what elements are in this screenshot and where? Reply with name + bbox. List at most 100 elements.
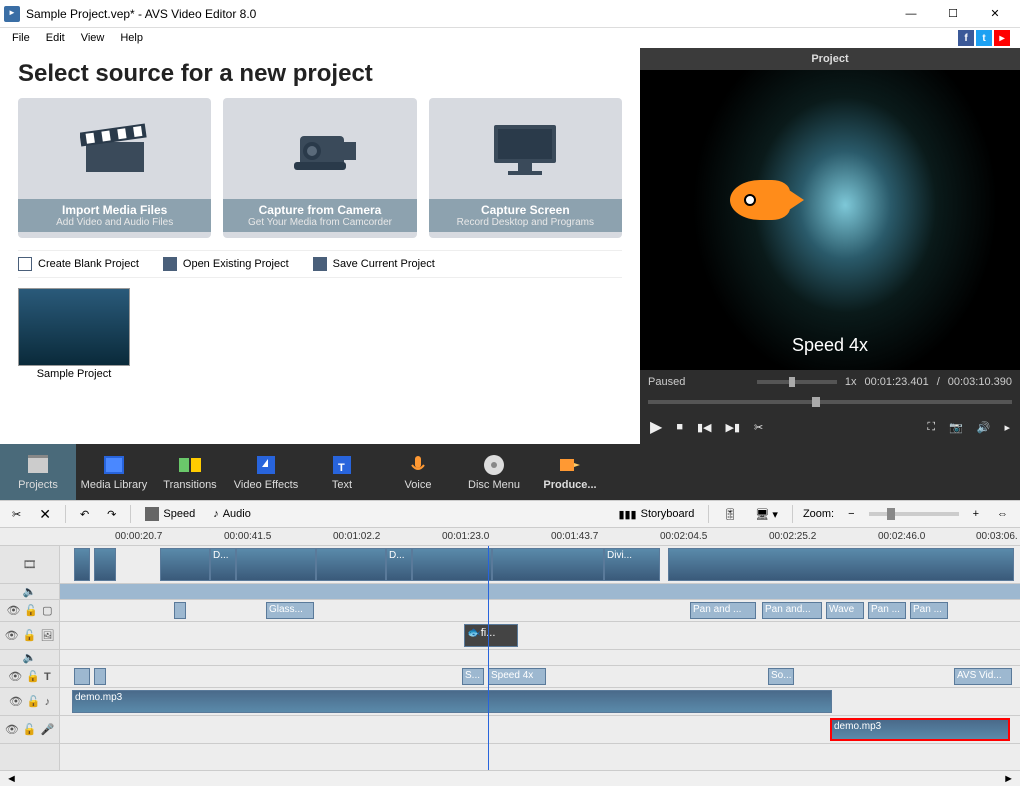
effects-track-head[interactable]: 👁🔓▢ — [0, 600, 59, 622]
fx-clip[interactable]: Pan and ... — [690, 602, 756, 619]
menu-view[interactable]: View — [73, 30, 113, 46]
seek-bar[interactable] — [648, 400, 1012, 404]
video-clip[interactable]: D... — [210, 548, 236, 581]
close-button[interactable]: ✕ — [974, 1, 1016, 27]
audio-track-head[interactable]: 👁🔓♪ — [0, 688, 59, 716]
fx-clip[interactable] — [174, 602, 186, 619]
split-button[interactable]: ✂ — [754, 421, 763, 434]
prev-frame-button[interactable]: ▮◀ — [697, 421, 712, 434]
twitter-icon[interactable]: t — [976, 30, 992, 46]
tab-video-effects[interactable]: Video Effects — [228, 444, 304, 500]
zoom-fit-button[interactable]: ⇔ — [993, 506, 1012, 522]
zoom-out-button[interactable]: − — [844, 506, 858, 522]
fullscreen-button[interactable]: ⛶ — [927, 421, 935, 434]
menu-help[interactable]: Help — [112, 30, 151, 46]
video-clip[interactable] — [236, 548, 316, 581]
text-clip[interactable]: AVS Vid... — [954, 668, 1012, 685]
snapshot-button[interactable]: 📷 — [949, 421, 963, 434]
voice-clip[interactable]: demo.mp3 — [830, 718, 1010, 741]
video-track[interactable]: D... D... Divi... — [60, 546, 1020, 584]
open-existing-project[interactable]: Open Existing Project — [163, 257, 289, 271]
overlay-volume-head[interactable]: 🔈 — [0, 650, 59, 666]
tab-voice[interactable]: Voice — [380, 444, 456, 500]
video-volume-track[interactable] — [60, 584, 1020, 600]
fx-clip[interactable]: Glass... — [266, 602, 314, 619]
play-button[interactable]: ▶ — [650, 417, 662, 437]
scroll-right-button[interactable]: ► — [997, 773, 1020, 785]
tab-transitions[interactable]: Transitions — [152, 444, 228, 500]
overlay-track[interactable]: 🐟fi... — [60, 622, 1020, 650]
video-track-head[interactable]: 🎞 — [0, 546, 59, 584]
redo-button[interactable]: ↷ — [103, 506, 120, 523]
more-button[interactable]: ▸ — [1004, 421, 1010, 434]
video-clip[interactable]: D... — [386, 548, 412, 581]
menu-file[interactable]: File — [4, 30, 38, 46]
text-track-head[interactable]: 👁🔓T — [0, 666, 59, 688]
timeline-ruler[interactable]: 00:00:20.7 00:00:41.5 00:01:02.2 00:01:2… — [0, 528, 1020, 546]
volume-button[interactable]: 🔊 — [977, 421, 991, 434]
capture-screen-card[interactable]: Capture ScreenRecord Desktop and Program… — [429, 98, 622, 238]
audio-track[interactable]: demo.mp3 — [60, 688, 1020, 716]
tab-projects[interactable]: Projects — [0, 444, 76, 500]
fx-clip[interactable]: Wave — [826, 602, 864, 619]
project-thumb[interactable]: Sample Project — [18, 288, 130, 380]
delete-button[interactable]: ✕ — [35, 504, 55, 525]
tab-disc-menu[interactable]: Disc Menu — [456, 444, 532, 500]
facebook-icon[interactable]: f — [958, 30, 974, 46]
volume-mixer-button[interactable]: 🎚 — [719, 506, 741, 523]
text-clip[interactable]: S... — [462, 668, 484, 685]
create-blank-project[interactable]: Create Blank Project — [18, 257, 139, 271]
frame-icon: ▢ — [42, 604, 52, 617]
text-clip[interactable]: Speed 4x — [488, 668, 546, 685]
zoom-slider[interactable] — [869, 512, 959, 516]
speed-button[interactable]: Speed — [141, 505, 199, 523]
text-clip[interactable] — [74, 668, 90, 685]
maximize-button[interactable]: ☐ — [932, 1, 974, 27]
timeline: 🎞 🔈 👁🔓▢ 👁🔓🖼 🔈 👁🔓T 👁🔓♪ 👁🔓🎤 D... D... Divi… — [0, 546, 1020, 770]
capture-camera-card[interactable]: Capture from CameraGet Your Media from C… — [223, 98, 416, 238]
overlay-track-head[interactable]: 👁🔓🖼 — [0, 622, 59, 650]
playhead[interactable] — [488, 546, 489, 770]
overlay-clip[interactable]: 🐟fi... — [464, 624, 518, 647]
stop-button[interactable]: ■ — [676, 421, 683, 433]
video-clip[interactable]: Divi... — [604, 548, 660, 581]
fx-clip[interactable]: Pan and... — [762, 602, 822, 619]
audio-button[interactable]: ♪Audio — [209, 506, 255, 522]
voice-track[interactable]: demo.mp3 — [60, 716, 1020, 744]
fx-clip[interactable]: Pan ... — [868, 602, 906, 619]
video-clip[interactable] — [316, 548, 386, 581]
youtube-icon[interactable]: ▸ — [994, 30, 1010, 46]
preview-tab[interactable]: Project — [640, 48, 1020, 70]
display-button[interactable]: 🖥 ▾ — [751, 506, 782, 523]
video-clip[interactable] — [94, 548, 116, 581]
minimize-button[interactable]: — — [890, 1, 932, 27]
text-clip[interactable]: So... — [768, 668, 794, 685]
zoom-in-button[interactable]: + — [969, 506, 983, 522]
effects-track[interactable]: Glass... Pan and ... Pan and... Wave Pan… — [60, 600, 1020, 622]
video-clip[interactable] — [492, 548, 604, 581]
video-clip[interactable] — [74, 548, 90, 581]
scroll-left-button[interactable]: ◄ — [0, 773, 23, 785]
text-clip[interactable] — [94, 668, 106, 685]
cut-button[interactable]: ✂ — [8, 506, 25, 523]
next-frame-button[interactable]: ▶▮ — [725, 421, 740, 434]
menu-edit[interactable]: Edit — [38, 30, 73, 46]
storyboard-button[interactable]: ▮▮▮Storyboard — [614, 506, 698, 523]
video-clip[interactable] — [160, 548, 210, 581]
overlay-volume-track[interactable] — [60, 650, 1020, 666]
text-track[interactable]: S... Speed 4x So... AVS Vid... — [60, 666, 1020, 688]
speed-slider[interactable] — [757, 380, 837, 384]
video-volume-head[interactable]: 🔈 — [0, 584, 59, 600]
save-current-project[interactable]: Save Current Project — [313, 257, 435, 271]
voice-track-head[interactable]: 👁🔓🎤 — [0, 716, 59, 744]
lock-icon: 🔓 — [23, 629, 37, 642]
tab-produce[interactable]: Produce... — [532, 444, 608, 500]
video-clip[interactable] — [412, 548, 492, 581]
import-media-card[interactable]: Import Media FilesAdd Video and Audio Fi… — [18, 98, 211, 238]
tab-media-library[interactable]: Media Library — [76, 444, 152, 500]
audio-clip[interactable]: demo.mp3 — [72, 690, 832, 713]
tab-text[interactable]: TText — [304, 444, 380, 500]
video-clip[interactable] — [668, 548, 1014, 581]
fx-clip[interactable]: Pan ... — [910, 602, 948, 619]
undo-button[interactable]: ↶ — [76, 506, 93, 523]
